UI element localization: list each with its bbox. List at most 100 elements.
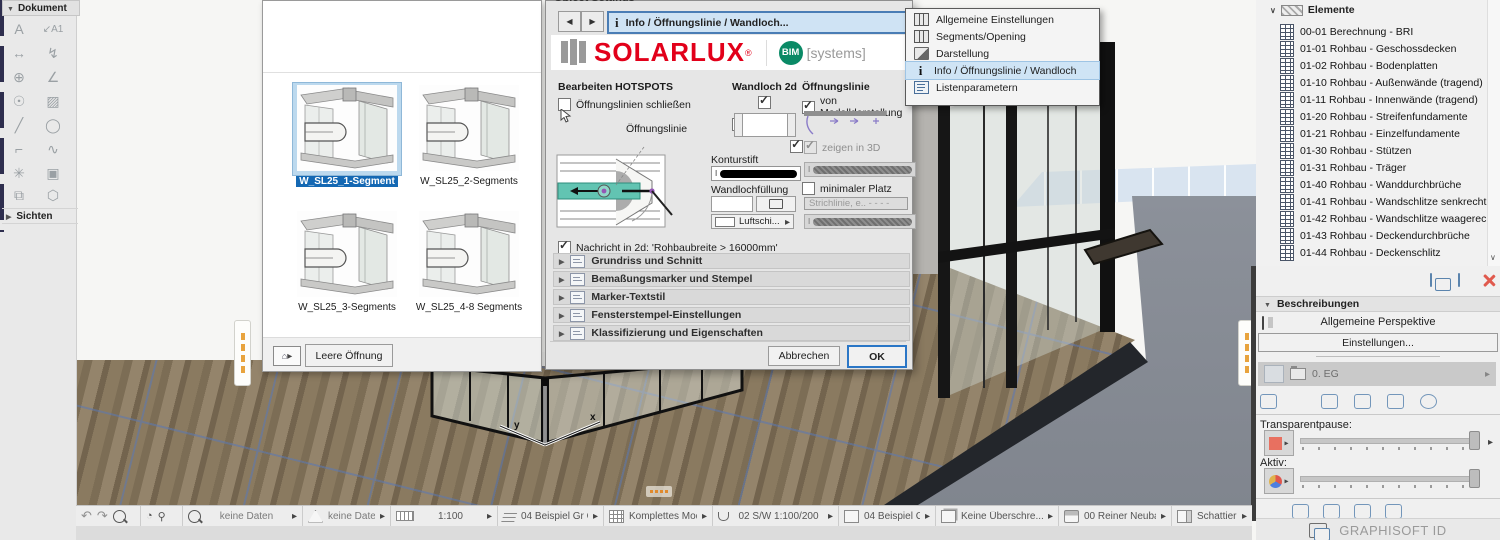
dimension-tool-icon[interactable]: ↔ xyxy=(8,44,30,62)
minimal-platz-row[interactable]: minimaler Platz xyxy=(802,182,892,195)
polyline-tool-icon[interactable]: ⌐ xyxy=(8,140,30,158)
move-icon[interactable] xyxy=(1321,394,1338,409)
rotate-icon[interactable] xyxy=(1354,394,1371,409)
hotspot-tag-left[interactable] xyxy=(234,320,251,386)
nav-back-button[interactable]: ◀ xyxy=(558,11,581,32)
circle-tool-icon[interactable]: ◯ xyxy=(42,116,64,134)
text-tool-icon[interactable]: A xyxy=(8,20,30,38)
overlap-icon[interactable] xyxy=(1323,504,1340,519)
dock-window-icon[interactable] xyxy=(1430,274,1432,286)
empty-opening-button[interactable]: Leere Öffnung xyxy=(305,344,393,367)
tree-header-elemente[interactable]: ∨ Elemente xyxy=(1270,4,1355,16)
hotspot-tool-icon[interactable]: ✳ xyxy=(8,164,30,182)
tree-row[interactable]: 01-21 Rohbau - Einzelfundamente xyxy=(1280,126,1460,142)
menu-item-darstellung[interactable]: Darstellung xyxy=(906,45,1099,62)
show-3d-row[interactable]: zeigen in 3D xyxy=(804,141,880,154)
section-bemassung[interactable]: Bemaßungsmarker und Stempel xyxy=(553,271,910,287)
zoom-icon[interactable] xyxy=(113,510,126,523)
angle-dim-tool-icon[interactable]: ∠ xyxy=(42,68,64,86)
beschreibungen-header[interactable]: Beschreibungen xyxy=(1256,296,1500,312)
orbit-icon[interactable]: ◔ xyxy=(146,510,153,522)
drawing-tool-icon[interactable]: ⧉ xyxy=(8,186,30,204)
segment-option-1[interactable]: W_SL25_1-Segment xyxy=(293,83,401,187)
menu-item-segments[interactable]: Segments/Opening xyxy=(906,28,1099,45)
copy-icon[interactable] xyxy=(1387,394,1404,409)
status-scale[interactable]: 1:100 xyxy=(390,506,497,526)
copy-drag-icon[interactable] xyxy=(1292,504,1309,519)
link-icon[interactable] xyxy=(1260,394,1277,409)
section-fensterstempel[interactable]: Fensterstempel-Einstellungen xyxy=(553,307,910,323)
sichten-section-header[interactable]: Sichten xyxy=(2,208,78,224)
menu-item-allgemein[interactable]: Allgemeine Einstellungen xyxy=(906,11,1099,28)
status-override[interactable]: Keine Überschre... xyxy=(935,506,1058,526)
tree-row[interactable]: 01-40 Rohbau - Wanddurchbrüche xyxy=(1280,177,1461,193)
aktiv-color-button[interactable] xyxy=(1264,468,1294,494)
transparent-color-button[interactable] xyxy=(1264,430,1294,456)
menu-item-info[interactable]: i Info / Öffnungslinie / Wandloch xyxy=(906,62,1099,79)
luftschicht-dropdown[interactable]: Luftschi... xyxy=(711,214,794,229)
dokument-section-header[interactable]: Dokument xyxy=(2,0,80,16)
tree-row[interactable]: 01-42 Rohbau - Wandschlitze waagerecht xyxy=(1280,211,1495,227)
tree-row[interactable]: 00-01 Berechnung - BRI xyxy=(1280,24,1413,40)
story-row[interactable]: 0. EG xyxy=(1258,362,1496,386)
figure-tool-icon[interactable]: ▣ xyxy=(42,164,64,182)
section-textstil[interactable]: Marker-Textstil xyxy=(553,289,910,305)
refresh-icon[interactable] xyxy=(1420,394,1437,409)
status-renovation[interactable]: 00 Reiner Neubau xyxy=(1058,506,1171,526)
label-tool-icon[interactable]: ↙A1 xyxy=(42,20,64,38)
slider-expand-icon[interactable] xyxy=(1488,436,1493,448)
tree-row[interactable]: 01-10 Rohbau - Außenwände (tragend) xyxy=(1280,75,1483,91)
tree-row[interactable]: 01-31 Rohbau - Träger xyxy=(1280,160,1406,176)
tree-row[interactable]: 01-02 Rohbau - Bodenplatten xyxy=(1280,58,1438,74)
tree-row[interactable]: 01-44 Rohbau - Deckenschlitz xyxy=(1280,245,1441,261)
wandloch-top-checkbox[interactable] xyxy=(758,96,771,109)
tree-row[interactable]: 01-41 Rohbau - Wandschlitze senkrecht xyxy=(1280,194,1486,210)
transparent-slider[interactable] xyxy=(1300,430,1480,454)
aktiv-slider[interactable] xyxy=(1300,468,1480,492)
fill-tool-icon[interactable]: ▨ xyxy=(42,92,64,110)
status-shading[interactable]: Schattierung xyxy=(1171,506,1252,526)
swap-icon[interactable] xyxy=(1354,504,1371,519)
status-pen[interactable]: keine Daten xyxy=(302,506,390,526)
nav-forward-button[interactable]: ▶ xyxy=(581,11,604,32)
status-pen-set[interactable]: 02 S/W 1:100/200 xyxy=(712,506,838,526)
graphisoft-id-bar[interactable]: GRAPHISOFT ID xyxy=(1256,518,1500,540)
status-zoom-fit[interactable]: keine Daten xyxy=(182,506,302,526)
tree-scrollbar[interactable]: ∨ xyxy=(1487,0,1500,266)
tree-row[interactable]: 01-30 Rohbau - Stützen xyxy=(1280,143,1412,159)
mesh-tool-icon[interactable]: ⬡ xyxy=(42,186,64,204)
section-klassifizierung[interactable]: Klassifizierung und Eigenschaften xyxy=(553,325,910,341)
layers-edit-icon[interactable] xyxy=(1385,504,1402,519)
status-model-view[interactable]: Komplettes Mod... xyxy=(603,506,712,526)
tree-row[interactable]: 01-43 Rohbau - Deckendurchbrüche xyxy=(1280,228,1470,244)
new-panel-icon[interactable] xyxy=(1458,274,1460,286)
opening-type-button[interactable]: ⌂ xyxy=(273,346,301,366)
cancel-button[interactable]: Abbrechen xyxy=(768,346,840,366)
fill-display-button[interactable] xyxy=(756,196,796,212)
menu-item-listenparameter[interactable]: Listenparametern xyxy=(906,79,1099,96)
elevation-dim-tool-icon[interactable]: ↯ xyxy=(42,44,64,62)
ok-button[interactable]: OK xyxy=(847,345,907,368)
segment-option-4[interactable]: W_SL25_4-8 Segments xyxy=(415,209,523,313)
page-selector-dropdown[interactable]: i Info / Öffnungslinie / Wandloch... xyxy=(607,11,920,34)
tree-row[interactable]: 01-01 Rohbau - Geschossdecken xyxy=(1280,41,1456,57)
minimal-platz-checkbox[interactable] xyxy=(802,182,815,195)
show-3d-checkbox[interactable] xyxy=(804,141,817,154)
line-tool-icon[interactable]: ╱ xyxy=(8,116,30,134)
fill-swatch-button[interactable] xyxy=(711,196,753,212)
status-layer-combination[interactable]: 04 Beispiel Gr Ge... xyxy=(497,506,603,526)
wandloch-bottom-checkbox[interactable] xyxy=(790,140,803,153)
segment-option-3[interactable]: W_SL25_3-Segments xyxy=(293,209,401,313)
redo-icon[interactable]: ↷ xyxy=(97,508,108,524)
radial-dim-tool-icon[interactable]: ⊕ xyxy=(8,68,30,86)
konturstift-pen-button[interactable]: I xyxy=(711,166,801,181)
status-dimension-style[interactable]: 04 Beispiel Gene... xyxy=(838,506,935,526)
section-grundriss[interactable]: Grundriss und Schnitt xyxy=(553,253,910,269)
tree-row[interactable]: 01-11 Rohbau - Innenwände (tragend) xyxy=(1280,92,1478,108)
pin-tool-icon[interactable]: ☉ xyxy=(8,92,30,110)
segment-option-2[interactable]: W_SL25_2-Segments xyxy=(415,83,523,187)
walk-icon[interactable]: ⚲ xyxy=(158,510,166,523)
spline-tool-icon[interactable]: ∿ xyxy=(42,140,64,158)
undo-icon[interactable]: ↶ xyxy=(81,508,92,524)
tree-row[interactable]: 01-20 Rohbau - Streifenfundamente xyxy=(1280,109,1468,125)
